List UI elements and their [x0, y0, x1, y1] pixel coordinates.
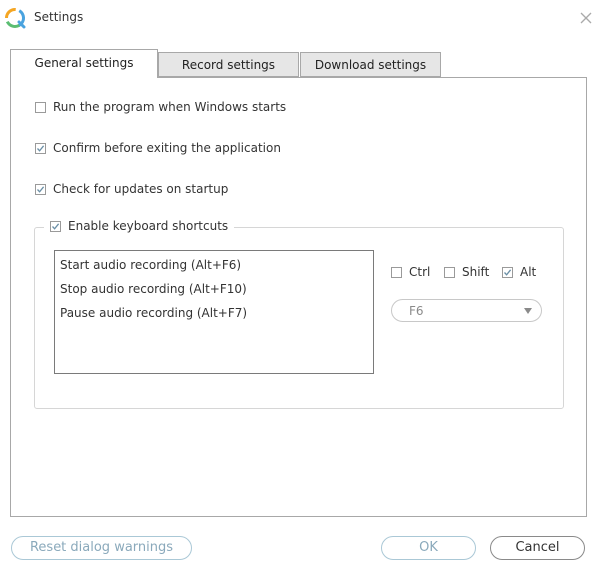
app-logo-icon	[5, 8, 26, 29]
run-on-startup-label: Run the program when Windows starts	[53, 100, 287, 114]
run-on-startup-option[interactable]: Run the program when Windows starts	[35, 100, 286, 114]
checkmark-icon	[37, 144, 45, 152]
confirm-exit-option[interactable]: Confirm before exiting the application	[35, 141, 281, 155]
alt-modifier-option[interactable]: Alt	[502, 265, 536, 279]
run-on-startup-checkbox[interactable]	[35, 101, 46, 113]
alt-label: Alt	[520, 265, 537, 279]
shortcut-key-value: F6	[409, 304, 424, 318]
checkmark-icon	[37, 185, 45, 193]
enable-shortcuts-label: Enable keyboard shortcuts	[68, 219, 229, 233]
tab-download-settings[interactable]: Download settings	[300, 52, 441, 77]
shift-checkbox[interactable]	[444, 266, 455, 278]
shift-modifier-option[interactable]: Shift	[444, 265, 489, 279]
check-updates-label: Check for updates on startup	[53, 182, 229, 196]
checkmark-icon	[52, 222, 60, 230]
chevron-down-icon	[524, 308, 532, 314]
list-item[interactable]: Stop audio recording (Alt+F10)	[55, 280, 373, 304]
enable-shortcuts-checkbox[interactable]	[50, 220, 61, 232]
title-bar: Settings	[0, 0, 598, 36]
ok-button[interactable]: OK	[381, 536, 476, 560]
shortcut-list[interactable]: Start audio recording (Alt+F6) Stop audi…	[54, 250, 374, 374]
tab-record-settings[interactable]: Record settings	[158, 52, 299, 77]
checkmark-icon	[504, 268, 512, 276]
ctrl-checkbox[interactable]	[391, 266, 402, 278]
confirm-exit-label: Confirm before exiting the application	[53, 141, 281, 155]
close-icon[interactable]	[578, 10, 594, 26]
enable-shortcuts-option[interactable]: Enable keyboard shortcuts	[44, 219, 235, 233]
shortcut-key-select[interactable]: F6	[391, 299, 542, 322]
list-item[interactable]: Start audio recording (Alt+F6)	[55, 256, 373, 280]
confirm-exit-checkbox[interactable]	[35, 142, 46, 154]
check-updates-option[interactable]: Check for updates on startup	[35, 182, 228, 196]
check-updates-checkbox[interactable]	[35, 183, 46, 195]
alt-checkbox[interactable]	[502, 266, 513, 278]
window-title: Settings	[34, 10, 84, 24]
reset-dialog-warnings-button[interactable]: Reset dialog warnings	[11, 536, 192, 560]
ctrl-modifier-option[interactable]: Ctrl	[391, 265, 430, 279]
cancel-button[interactable]: Cancel	[490, 536, 585, 560]
list-item[interactable]: Pause audio recording (Alt+F7)	[55, 304, 373, 328]
shift-label: Shift	[462, 265, 490, 279]
ctrl-label: Ctrl	[409, 265, 431, 279]
tab-general-settings[interactable]: General settings	[10, 49, 158, 78]
